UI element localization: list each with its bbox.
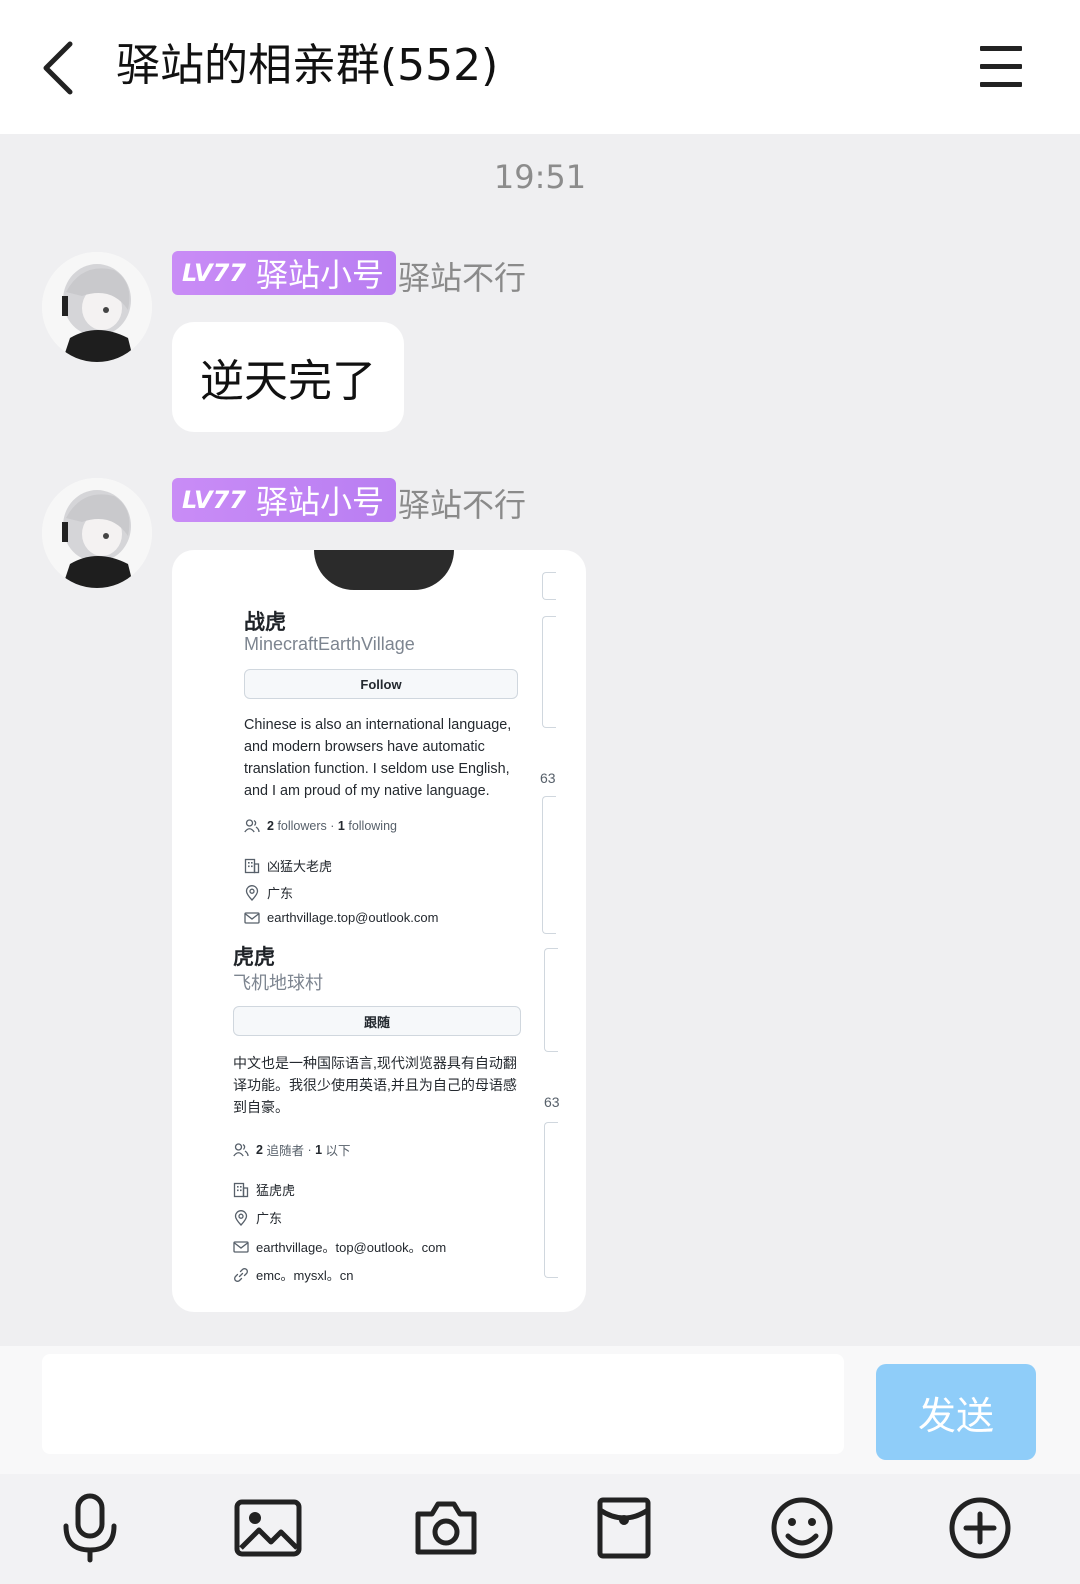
shared-screenshot: 63 63 战虎 MinecraftEarthVillage Follow Ch…: [172, 550, 586, 1312]
link-icon: [234, 1267, 248, 1282]
avatar[interactable]: [42, 478, 152, 588]
avatar-image: [42, 252, 152, 362]
red-packet-icon: [597, 1497, 651, 1559]
followers-label: 追随者: [266, 1144, 304, 1158]
location-row: 广东: [244, 883, 293, 902]
message-input[interactable]: [42, 1354, 844, 1454]
camera-icon: [415, 1501, 477, 1555]
cropped-number: 63: [540, 770, 556, 786]
text-message-bubble[interactable]: 逆天完了: [172, 322, 404, 432]
chat-header: 驿站的相亲群(552): [0, 0, 1080, 134]
profile-name: 虎虎: [233, 946, 275, 969]
more-button[interactable]: [940, 1488, 1020, 1568]
company-text: 猛虎虎: [256, 1183, 296, 1198]
profile-username: MinecraftEarthVillage: [244, 634, 415, 654]
following-label: following: [348, 819, 397, 833]
follow-stats: 2 追随者 · 1 以下: [233, 1140, 351, 1159]
plus-icon: [949, 1497, 1011, 1559]
follow-button: Follow: [244, 669, 518, 699]
location-text: 广东: [256, 1211, 283, 1226]
member-level-badge: LV77 驿站小号: [172, 251, 396, 295]
emoji-icon: [771, 1497, 833, 1559]
followers-label: followers: [277, 819, 327, 833]
bottom-toolbar: [0, 1474, 1080, 1584]
building-icon: [233, 1182, 249, 1197]
sender-name: 驿站不行: [398, 259, 527, 297]
location-row: 广东: [233, 1208, 282, 1227]
cropped-number: 63: [544, 1094, 560, 1110]
message-timestamp: 19:51: [493, 158, 587, 196]
cropped-card-edge: [544, 948, 558, 1052]
image-message-bubble[interactable]: 63 63 战虎 MinecraftEarthVillage Follow Ch…: [172, 550, 586, 1312]
emoji-button[interactable]: [762, 1488, 842, 1568]
building-icon: [244, 858, 260, 873]
email-row: earthvillage。top@outlook。com: [233, 1237, 446, 1256]
chevron-left-icon: [43, 41, 73, 95]
location-pin-icon: [234, 1209, 248, 1226]
menu-button[interactable]: [978, 44, 1026, 90]
profile-bio: Chinese is also an international languag…: [244, 717, 512, 799]
profile-avatar-partial: [314, 550, 454, 590]
voice-button[interactable]: [50, 1488, 130, 1568]
followers-count: 2: [256, 1142, 263, 1157]
followers-count: 2: [267, 819, 274, 833]
avatar-image: [42, 478, 152, 588]
people-icon: [244, 819, 260, 833]
location-text: 广东: [267, 886, 294, 901]
people-icon: [233, 1142, 249, 1156]
link-text: emc。mysxl。cn: [256, 1268, 354, 1283]
company-text: 凶猛大老虎: [267, 859, 333, 874]
chat-title: 驿站的相亲群(552): [116, 40, 499, 91]
following-count: 1: [315, 1142, 323, 1157]
location-pin-icon: [245, 884, 259, 901]
profile-name: 战虎: [244, 611, 286, 634]
level-text: LV77: [182, 259, 246, 287]
message-input-bar: 发送: [0, 1346, 1080, 1474]
back-button[interactable]: [36, 38, 86, 98]
cropped-card-edge: [544, 1122, 558, 1278]
microphone-icon: [63, 1493, 117, 1563]
mail-icon: [233, 1240, 249, 1253]
mail-icon: [244, 911, 260, 924]
hamburger-menu-icon: [980, 46, 1022, 87]
follow-button: 跟随: [233, 1006, 521, 1036]
send-button[interactable]: 发送: [876, 1364, 1036, 1460]
stats-separator: ·: [307, 1142, 312, 1157]
avatar[interactable]: [42, 252, 152, 362]
profile-bio: 中文也是一种国际语言,现代浏览器具有自动翻译功能。我很少使用英语,并且为自己的母…: [233, 1055, 517, 1115]
image-button[interactable]: [228, 1488, 308, 1568]
image-icon: [234, 1499, 302, 1557]
email-text: earthvillage.top@outlook.com: [267, 910, 439, 925]
member-title: 驿站小号: [255, 483, 384, 521]
cropped-card-edge: [542, 616, 556, 728]
sender-name: 驿站不行: [398, 486, 527, 524]
following-label: 以下: [325, 1144, 351, 1158]
email-text: earthvillage。top@outlook。com: [256, 1240, 447, 1255]
company-row: 凶猛大老虎: [244, 856, 332, 875]
cropped-card-edge: [542, 796, 556, 934]
cropped-card-edge: [542, 572, 556, 600]
stats-separator: ·: [330, 819, 335, 833]
email-row: earthvillage.top@outlook.com: [244, 910, 438, 925]
following-count: 1: [337, 819, 345, 833]
level-text: LV77: [182, 486, 246, 514]
camera-button[interactable]: [406, 1488, 486, 1568]
follow-stats: 2 followers · 1 following: [244, 819, 397, 833]
member-level-badge: LV77 驿站小号: [172, 478, 396, 522]
red-packet-button[interactable]: [584, 1488, 664, 1568]
profile-username: 飞机地球村: [233, 973, 323, 993]
company-row: 猛虎虎: [233, 1180, 295, 1199]
member-title: 驿站小号: [255, 256, 384, 294]
link-row: emc。mysxl。cn: [233, 1265, 354, 1284]
